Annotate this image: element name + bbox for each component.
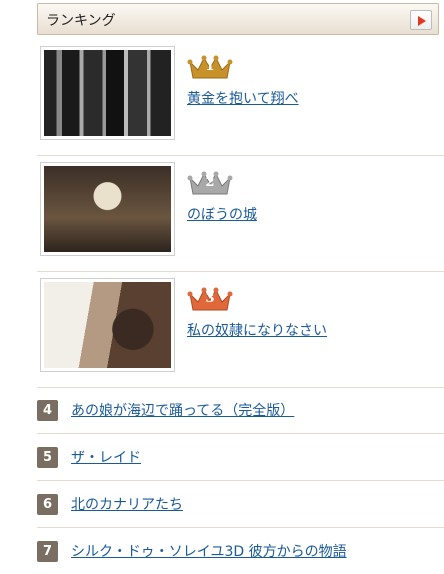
rank-badge: 4 bbox=[37, 400, 58, 421]
ranking-item-2: 2 のぼうの城 bbox=[37, 156, 444, 272]
movie-title-link[interactable]: シルク・ドゥ・ソレイユ3D 彼方からの物語 bbox=[71, 541, 347, 561]
movie-thumbnail[interactable] bbox=[40, 278, 175, 372]
rank-badge: 7 bbox=[37, 541, 58, 562]
movie-title-link[interactable]: ザ・レイド bbox=[71, 447, 141, 467]
ranking-item-3: 3 私の奴隷になりなさい bbox=[37, 272, 444, 388]
movie-thumbnail[interactable] bbox=[40, 162, 175, 256]
ranking-item-5: 5 ザ・レイド bbox=[37, 435, 444, 481]
ranking-title: ランキング bbox=[46, 13, 116, 29]
play-arrow-icon[interactable] bbox=[410, 10, 432, 30]
movie-title-link[interactable]: あの娘が海辺で踊ってる（完全版） bbox=[71, 400, 294, 420]
ranking-header: ランキング bbox=[37, 3, 439, 35]
rank-badge: 6 bbox=[37, 494, 58, 515]
ranking-item-7: 7 シルク・ドゥ・ソレイユ3D 彼方からの物語 bbox=[37, 529, 444, 574]
ranking-item-4: 4 あの娘が海辺で踊ってる（完全版） bbox=[37, 388, 444, 434]
silver-crown-icon: 2 bbox=[187, 170, 233, 198]
gold-crown-icon: 1 bbox=[187, 54, 233, 82]
movie-title-link[interactable]: 黄金を抱いて翔べ bbox=[187, 88, 299, 108]
ranking-item-6: 6 北のカナリアたち bbox=[37, 482, 444, 528]
rank-badge: 5 bbox=[37, 447, 58, 468]
bronze-crown-icon: 3 bbox=[187, 286, 233, 314]
movie-title-link[interactable]: 北のカナリアたち bbox=[71, 494, 183, 514]
movie-thumbnail[interactable] bbox=[40, 46, 175, 140]
movie-title-link[interactable]: のぼうの城 bbox=[187, 204, 257, 224]
ranking-item-1: 1 黄金を抱いて翔べ bbox=[37, 40, 444, 156]
movie-title-link[interactable]: 私の奴隷になりなさい bbox=[187, 320, 327, 340]
